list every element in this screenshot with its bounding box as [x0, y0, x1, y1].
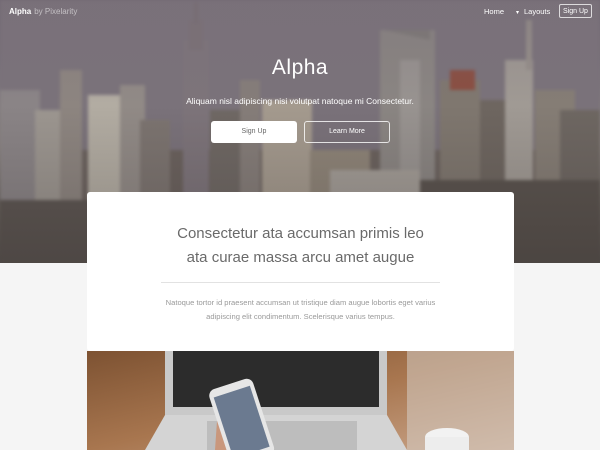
brand-byline: by Pixelarity [34, 7, 78, 16]
nav-signup-button[interactable]: Sign Up [559, 4, 592, 18]
nav-link-layouts-label: Layouts [524, 7, 551, 16]
card-title-line: Consectetur ata accumsan primis leo [177, 225, 424, 242]
card-title: Consectetur ata accumsan primis leo ata … [87, 222, 514, 270]
nav-link-home[interactable]: Home [484, 7, 504, 16]
signup-button[interactable]: Sign Up [211, 121, 297, 143]
intro-card: Consectetur ata accumsan primis leo ata … [87, 192, 514, 351]
hero-subtitle: Aliquam nisl adipiscing nisi volutpat na… [186, 96, 414, 106]
divider [161, 282, 440, 283]
top-navigation: Alpha by Pixelarity Home ▾ Layouts Sign Up [0, 0, 600, 24]
card-text-line: adipiscing elit condimentum. Scelerisque… [206, 312, 395, 321]
learn-more-button[interactable]: Learn More [304, 121, 390, 143]
card-body-text: Natoque tortor id praesent accumsan ut t… [147, 296, 454, 324]
hero-title: Alpha [271, 56, 329, 79]
card-text-line: Natoque tortor id praesent accumsan ut t… [165, 298, 436, 307]
chevron-down-icon: ▾ [516, 10, 520, 16]
brand-logo[interactable]: Alpha by Pixelarity [9, 7, 77, 16]
card-title-line: ata curae massa arcu amet augue [186, 249, 415, 266]
nav-link-layouts[interactable]: ▾ Layouts [516, 7, 550, 16]
feature-image [87, 351, 514, 450]
